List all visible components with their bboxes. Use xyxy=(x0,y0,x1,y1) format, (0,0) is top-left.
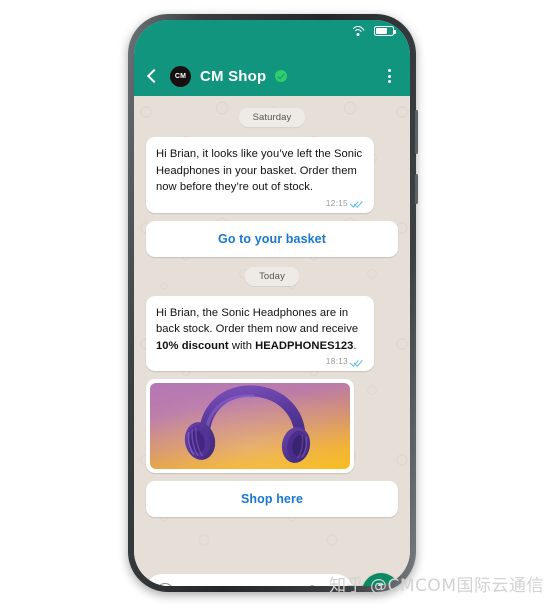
message-text-bold: HEADPHONES123 xyxy=(255,339,354,352)
message-text-run: Hi Brian, the Sonic Headphones are in ba… xyxy=(156,306,359,336)
message-input-placeholder[interactable]: Type a message xyxy=(182,585,292,586)
phone-screen: CM CM Shop Saturday Hi Brian, it looks l… xyxy=(134,20,410,586)
message-timestamp: 12:15 xyxy=(325,197,348,208)
chat-header: CM CM Shop xyxy=(134,56,410,96)
message-bubble[interactable]: Hi Brian, the Sonic Headphones are in ba… xyxy=(146,295,374,371)
status-bar xyxy=(134,20,410,56)
message-text-run: with xyxy=(228,339,256,352)
cta-go-to-basket[interactable]: Go to your basket xyxy=(146,220,398,257)
media-message-bubble[interactable] xyxy=(146,379,354,473)
message-bubble[interactable]: Hi Brian, it looks like you’ve left the … xyxy=(146,137,374,213)
battery-icon xyxy=(374,26,396,36)
back-icon[interactable] xyxy=(144,68,161,85)
watermark: 知乎 @CMCOM国际云通信 xyxy=(329,576,544,596)
day-label: Today xyxy=(245,266,299,286)
power-button[interactable] xyxy=(415,174,418,204)
message-text-run: . xyxy=(353,339,357,352)
phone-device-frame: CM CM Shop Saturday Hi Brian, it looks l… xyxy=(128,14,418,592)
day-divider: Saturday xyxy=(146,108,398,127)
cta-label: Go to your basket xyxy=(218,231,326,246)
product-image[interactable] xyxy=(150,383,350,469)
volume-button[interactable] xyxy=(415,110,418,154)
message-text: Hi Brian, the Sonic Headphones are in ba… xyxy=(156,305,364,355)
cta-label: Shop here xyxy=(240,492,304,506)
double-check-read-icon xyxy=(350,356,364,366)
message-text: Hi Brian, it looks like you’ve left the … xyxy=(156,146,364,196)
overflow-menu-icon[interactable] xyxy=(380,67,398,85)
verified-check-icon xyxy=(275,70,288,82)
message-meta: 12:15 xyxy=(156,198,364,208)
day-divider: Today xyxy=(146,266,398,286)
message-text-bold: 10% discount xyxy=(156,339,229,352)
cta-shop-here[interactable]: Shop here xyxy=(146,481,398,517)
message-input-pill[interactable]: Type a message xyxy=(144,573,354,587)
message-text-run: Hi Brian, it looks like you’ve left the … xyxy=(156,148,363,193)
day-label: Saturday xyxy=(238,108,306,127)
headphones-illustration xyxy=(150,383,350,469)
message-timestamp: 18:13 xyxy=(325,356,348,366)
wifi-icon xyxy=(350,26,365,37)
emoji-smiley-icon[interactable] xyxy=(156,583,174,586)
double-check-read-icon xyxy=(350,198,364,208)
paperclip-icon[interactable] xyxy=(300,584,317,587)
avatar[interactable]: CM xyxy=(170,65,191,87)
page-title: CM Shop xyxy=(200,67,267,85)
chat-message-list[interactable]: Saturday Hi Brian, it looks like you’ve … xyxy=(134,96,410,562)
message-meta: 18:13 xyxy=(156,356,364,366)
chat-scroll-container: Saturday Hi Brian, it looks like you’ve … xyxy=(146,108,398,517)
